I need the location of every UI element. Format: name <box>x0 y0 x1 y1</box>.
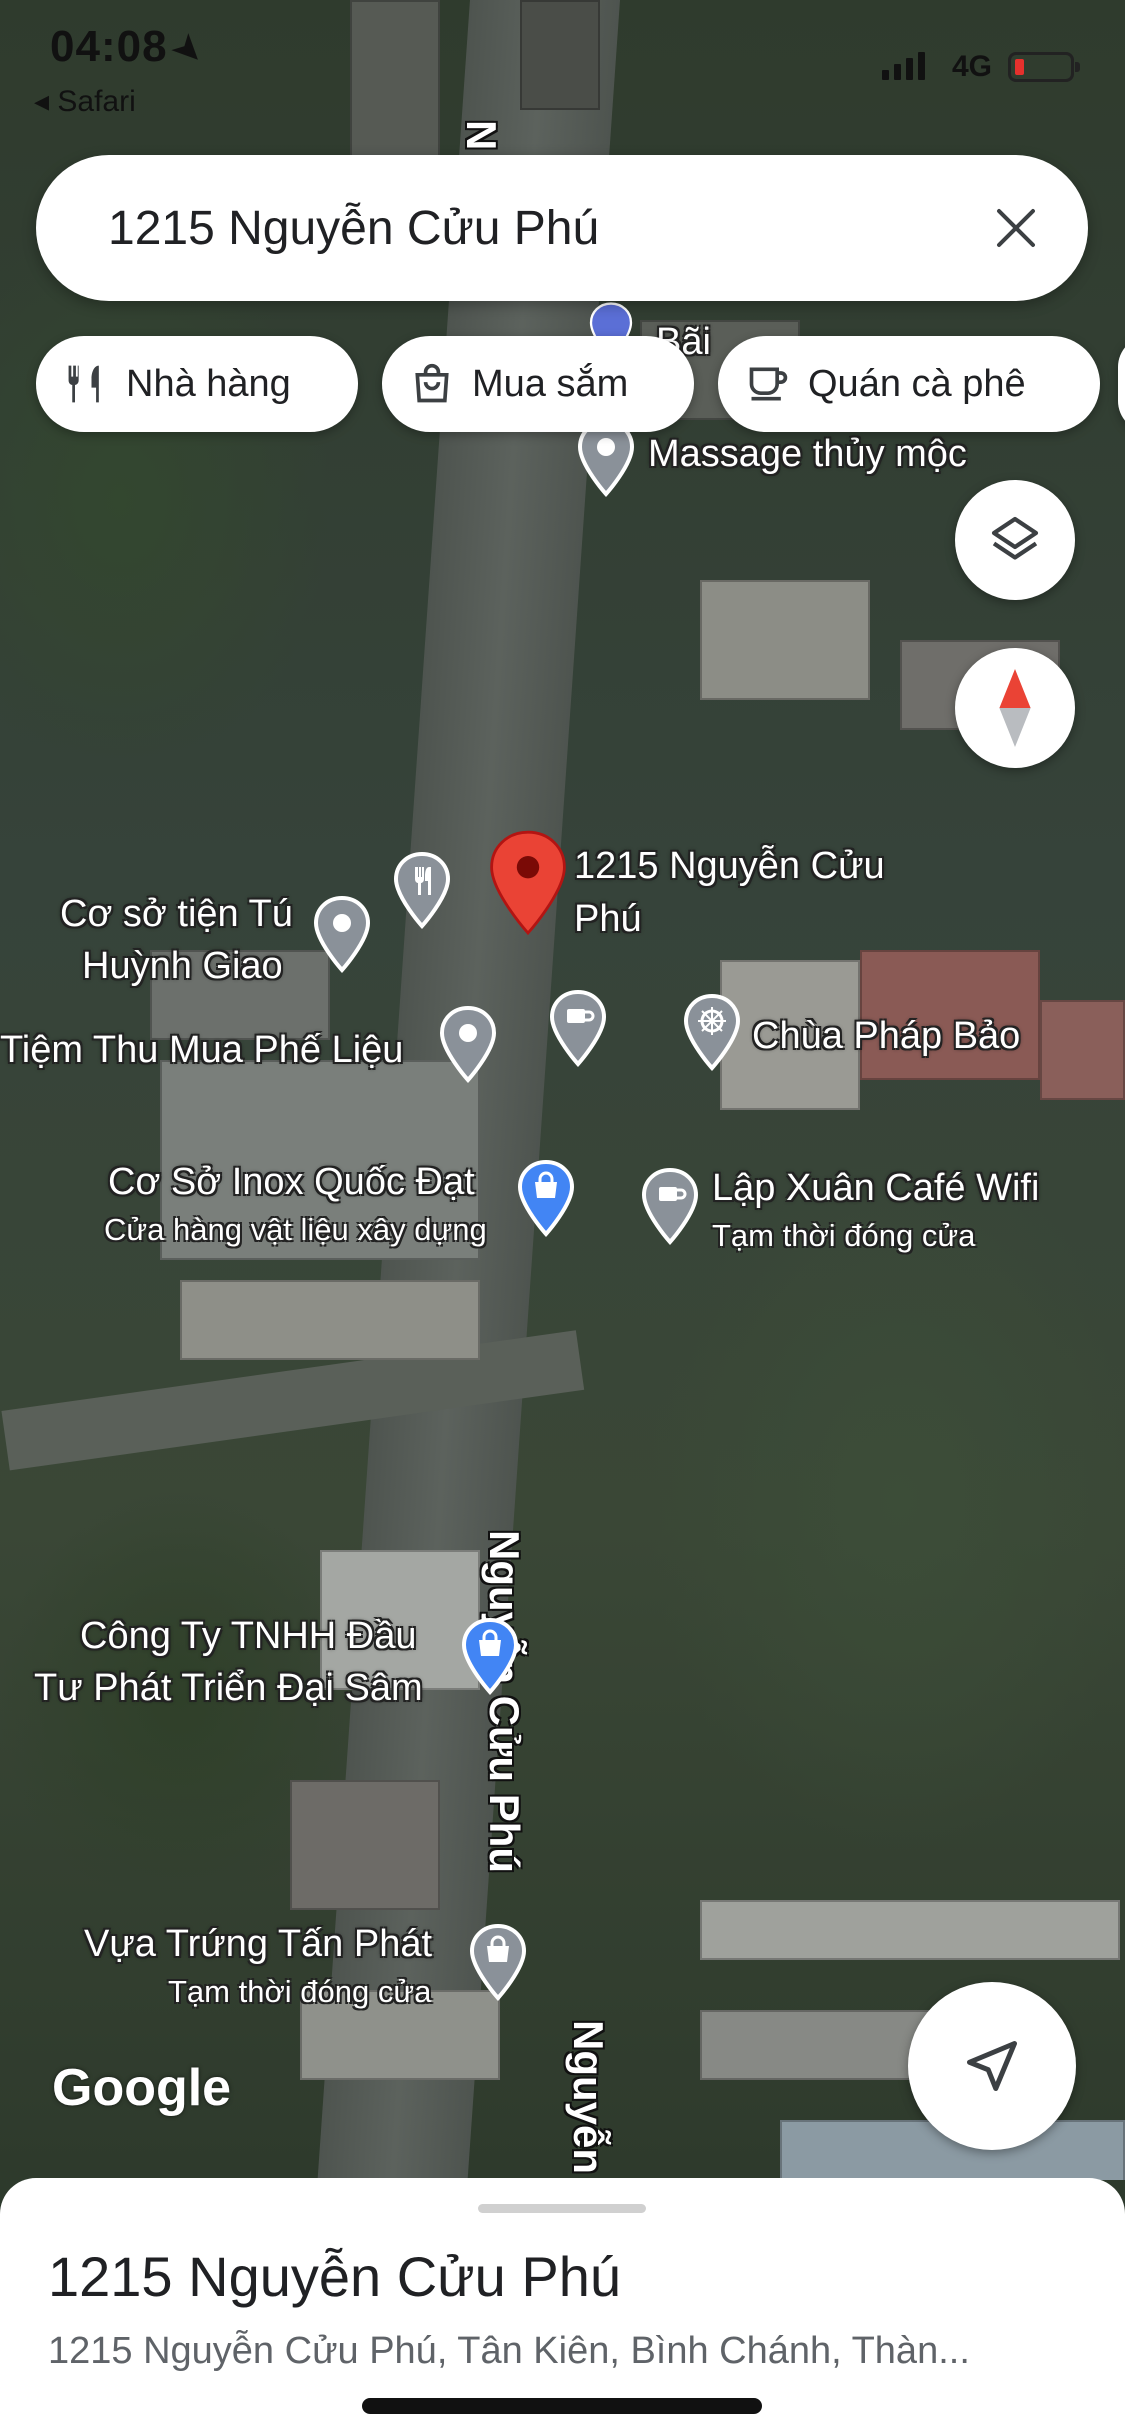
restaurant-icon <box>68 365 99 403</box>
shopping-pin-icon[interactable] <box>460 1618 520 1696</box>
layers-icon <box>991 516 1039 560</box>
satellite-map[interactable]: N Nguyễn Cửu Phú Nguyễn Bãi Massage thủy… <box>0 0 1125 2180</box>
poi-label-lap-xuan[interactable]: Lập Xuân Café Wifi <box>712 1164 1039 1212</box>
compass-button[interactable] <box>955 648 1075 768</box>
shopping-pin-icon[interactable] <box>516 1160 576 1238</box>
poi-label-tien-tu-1[interactable]: Cơ sở tiện Tú <box>60 890 293 938</box>
building <box>700 1900 1120 1960</box>
place-title: 1215 Nguyễn Cửu Phú <box>48 2245 621 2308</box>
search-query[interactable]: 1215 Nguyễn Cửu Phú <box>108 201 986 256</box>
coffee-pin-icon[interactable] <box>548 990 608 1068</box>
coffee-icon <box>749 367 788 401</box>
poi-label-phe-lieu[interactable]: Tiệm Thu Mua Phế Liệu <box>0 1026 403 1074</box>
google-logo: Google <box>52 2059 232 2117</box>
building <box>1040 1000 1125 1100</box>
building <box>520 0 600 110</box>
my-location-button[interactable] <box>908 1982 1076 2150</box>
poi-sublabel-lap-xuan: Tạm thời đóng cửa <box>712 1218 976 1253</box>
temple-pin-icon[interactable] <box>682 994 742 1072</box>
battery-icon <box>1008 52 1080 82</box>
place-pin-icon[interactable] <box>438 1006 498 1084</box>
navigation-arrow-icon <box>967 2041 1017 2091</box>
compass-icon <box>999 669 1031 747</box>
network-type: 4G <box>952 50 993 83</box>
shopping-pin-icon[interactable] <box>468 1924 528 2002</box>
selected-location-pin-icon[interactable] <box>486 828 570 940</box>
shopping-bag-icon <box>415 363 449 403</box>
place-address: 1215 Nguyễn Cửu Phú, Tân Kiên, Bình Chán… <box>48 2330 970 2372</box>
status-time: 04:08➤ <box>50 22 212 74</box>
street-label: Nguyễn <box>565 2020 612 2175</box>
chip-restaurants[interactable]: Nhà hàng <box>36 336 358 432</box>
place-pin-icon[interactable] <box>312 896 372 974</box>
poi-label-cong-ty-2[interactable]: Tư Phát Triển Đại Sâm <box>34 1664 423 1712</box>
selected-label-line2[interactable]: Phú <box>574 895 642 943</box>
building <box>350 0 440 160</box>
selected-label-line1[interactable]: 1215 Nguyễn Cửu <box>574 842 885 890</box>
poi-label-cong-ty-1[interactable]: Công Ty TNHH Đầu <box>80 1612 417 1660</box>
street-label: N <box>458 120 505 151</box>
layers-button[interactable] <box>955 480 1075 600</box>
poi-label-tien-tu-2[interactable]: Huỳnh Giao <box>82 942 283 990</box>
poi-sublabel-inox: Cửa hàng vật liệu xây dựng <box>104 1212 487 1247</box>
building <box>700 580 870 700</box>
close-icon[interactable] <box>986 198 1046 258</box>
building <box>180 1280 480 1360</box>
clock: 04:08 <box>50 22 168 71</box>
home-indicator[interactable] <box>362 2398 762 2414</box>
coffee-pin-icon[interactable] <box>640 1168 700 1246</box>
signal-icon <box>882 52 925 80</box>
poi-label-vua-trung[interactable]: Vựa Trứng Tấn Phát <box>84 1920 432 1968</box>
building <box>290 1780 440 1910</box>
poi-label-inox[interactable]: Cơ Sở Inox Quốc Đạt <box>108 1158 475 1206</box>
restaurant-pin-icon[interactable] <box>392 852 452 930</box>
search-bar[interactable]: 1215 Nguyễn Cửu Phú <box>36 155 1088 301</box>
place-bottom-sheet[interactable]: 1215 Nguyễn Cửu Phú 1215 Nguyễn Cửu Phú,… <box>0 2178 1125 2435</box>
sheet-grabber[interactable] <box>478 2204 646 2213</box>
chip-label: Mua sắm <box>472 362 629 405</box>
chip-label: Quán cà phê <box>808 362 1026 405</box>
chip-label: Nhà hàng <box>126 362 291 405</box>
poi-sublabel-vua-trung: Tạm thời đóng cửa <box>168 1974 432 2009</box>
chip-shopping[interactable]: Mua sắm <box>382 336 694 432</box>
back-to-app-link[interactable]: ◂ Safari <box>34 84 136 119</box>
poi-label-massage[interactable]: Massage thủy mộc <box>648 430 967 478</box>
poi-label-chua[interactable]: Chùa Pháp Bảo <box>752 1012 1020 1060</box>
chip-coffee[interactable]: Quán cà phê <box>718 336 1100 432</box>
street-label: Nguyễn Cửu Phú <box>481 1530 528 1874</box>
